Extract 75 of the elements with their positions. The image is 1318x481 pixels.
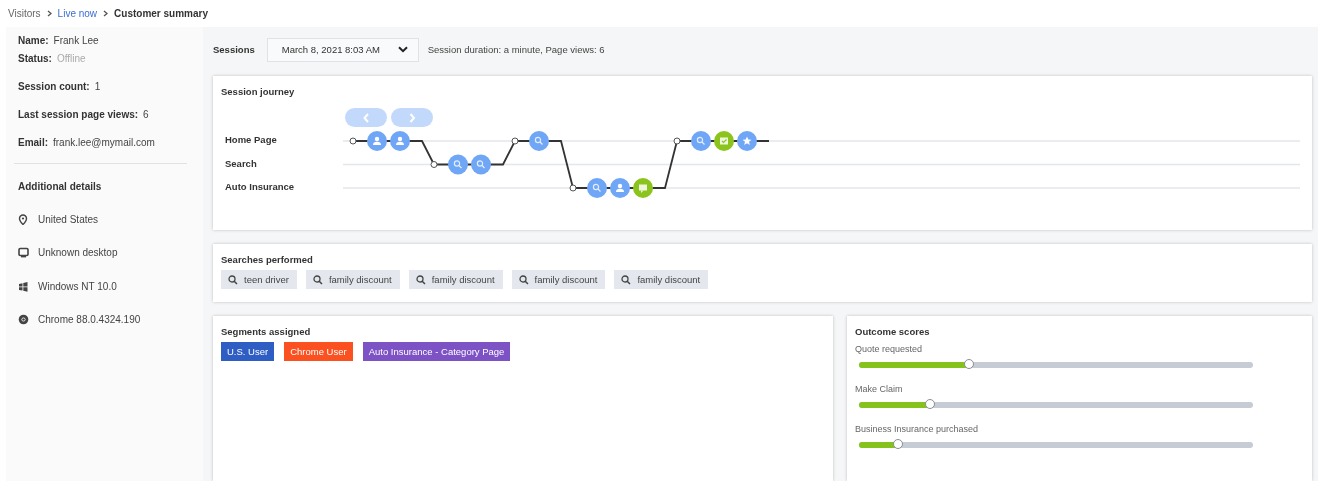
- session-dropdown[interactable]: March 8, 2021 8:03 AM: [266, 37, 419, 62]
- field-value: Offline: [56, 52, 86, 66]
- breadcrumb-link[interactable]: Live now: [57, 8, 98, 19]
- score-label: Quote requested: [855, 344, 924, 356]
- field-label: Session count:: [18, 80, 90, 94]
- person-node-icon[interactable]: [390, 131, 410, 151]
- score-label: Business Insurance purchased: [855, 424, 980, 436]
- chat-node-icon[interactable]: [633, 178, 653, 198]
- card-title: Searches performed: [221, 254, 313, 265]
- search-node-icon[interactable]: [448, 154, 468, 175]
- field-value: frank.lee@mymail.com: [53, 136, 155, 150]
- search-term-chip: family discount: [408, 270, 503, 289]
- field-value: Frank Lee: [53, 34, 99, 48]
- score-slider[interactable]: [859, 442, 1253, 448]
- score-slider[interactable]: [859, 362, 1253, 368]
- search-icon: [415, 274, 426, 285]
- detail-text: Windows NT 10.0: [38, 280, 117, 292]
- score-slider[interactable]: [859, 402, 1253, 408]
- lane-label: Search: [224, 157, 258, 171]
- detail-text: Chrome 88.0.4324.190: [38, 314, 141, 325]
- waypoint-marker: [511, 137, 519, 145]
- sessions-label: Sessions: [213, 44, 255, 55]
- waypoint-marker: [673, 137, 681, 145]
- search-node-icon[interactable]: [587, 178, 607, 198]
- segment-tag: Auto Insurance - Category Page: [362, 342, 511, 361]
- chevron-icon: [103, 10, 109, 17]
- field-label: Email:: [18, 136, 48, 150]
- search-icon: [228, 274, 238, 285]
- card-title: Outcome scores: [855, 326, 930, 337]
- slider-thumb[interactable]: [893, 439, 904, 449]
- slider-thumb[interactable]: [964, 359, 975, 369]
- waypoint-marker: [349, 137, 357, 145]
- person-node-icon[interactable]: [367, 131, 387, 151]
- chevron-down-icon: [397, 46, 408, 53]
- waypoint-marker: [569, 184, 577, 192]
- search-term-chip: family discount: [305, 270, 400, 289]
- section-title: Additional details: [17, 181, 103, 192]
- chevron-left-icon: [362, 112, 370, 123]
- search-node-icon[interactable]: [471, 154, 491, 175]
- search-term-chip: family discount: [614, 270, 709, 289]
- field-label: Last session page views:: [18, 108, 139, 122]
- checklist-node-icon[interactable]: [714, 131, 734, 151]
- breadcrumb-current: Customer summary: [114, 8, 208, 19]
- search-icon: [621, 274, 632, 285]
- search-term-chip: teen driver: [221, 270, 297, 289]
- person-node-icon[interactable]: [610, 178, 630, 198]
- detail-text: United States: [38, 213, 99, 225]
- slider-thumb[interactable]: [924, 399, 935, 409]
- chevron-right-icon: [408, 112, 416, 123]
- card-title: Segments assigned: [221, 326, 311, 337]
- monitor-icon: [18, 247, 29, 258]
- search-node-icon[interactable]: [529, 131, 549, 151]
- star-node-icon[interactable]: [737, 131, 757, 151]
- lane-label: Home Page: [224, 134, 278, 147]
- search-icon: [312, 274, 323, 285]
- field-label: Name:: [18, 34, 49, 48]
- waypoint-marker: [430, 161, 438, 168]
- segment-tag: Chrome User: [284, 342, 353, 361]
- field-value: 6: [143, 108, 149, 122]
- session-info: Session duration: a minute, Page views: 6: [427, 44, 605, 55]
- detail-text: Unknown desktop: [38, 247, 118, 258]
- card-title: Session journey: [221, 86, 295, 97]
- search-icon: [518, 274, 529, 285]
- chevron-icon: [46, 10, 52, 17]
- location-pin-icon: [18, 213, 29, 225]
- score-label: Make Claim: [855, 384, 904, 396]
- browser-logo-icon: [18, 314, 29, 325]
- field-value: 1: [94, 80, 101, 94]
- search-term-chip: family discount: [511, 270, 606, 289]
- windows-logo-icon: [18, 280, 29, 292]
- lane-label: Auto Insurance: [224, 181, 296, 194]
- field-label: Status:: [18, 52, 52, 66]
- search-node-icon[interactable]: [691, 131, 711, 151]
- segment-tag: U.S. User: [221, 342, 275, 361]
- breadcrumb-link[interactable]: Visitors: [8, 8, 41, 19]
